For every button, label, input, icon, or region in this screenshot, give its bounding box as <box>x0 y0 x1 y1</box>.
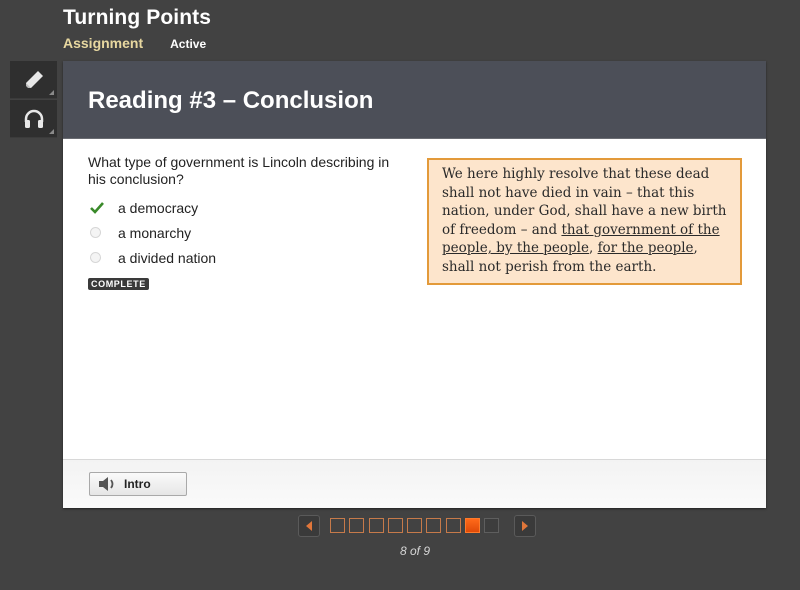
page-counter: 8 of 9 <box>399 544 431 558</box>
sub-header: Assignment Active <box>63 35 206 51</box>
option-a-democracy[interactable]: a democracy <box>88 195 216 220</box>
page-indicator-2[interactable] <box>349 518 365 533</box>
answer-options: a democracy a monarchy a divided nation <box>88 195 216 270</box>
audio-tool-button[interactable] <box>10 100 57 138</box>
panel-footer: Intro <box>63 459 766 508</box>
panel-header: Reading #3 – Conclusion <box>63 61 766 139</box>
quote-box: We here highly resolve that these dead s… <box>427 158 742 285</box>
page-indicator-7[interactable] <box>445 518 461 533</box>
intro-label: Intro <box>124 477 151 491</box>
next-page-button[interactable] <box>513 514 536 537</box>
headphones-icon <box>24 109 43 128</box>
option-label: a divided nation <box>118 249 217 266</box>
page-navigator <box>298 514 536 537</box>
radio-icon[interactable] <box>90 252 101 263</box>
page-title: Reading #3 – Conclusion <box>88 87 374 114</box>
previous-page-button[interactable] <box>298 514 320 537</box>
option-label: a democracy <box>118 199 199 216</box>
checkmark-icon <box>90 201 104 214</box>
page-indicator-6[interactable] <box>426 518 442 533</box>
intro-audio-button[interactable]: Intro <box>89 472 187 496</box>
status-label: Active <box>170 37 207 51</box>
annotate-tool-button[interactable] <box>10 61 57 99</box>
menu-corner-indicator <box>49 90 54 95</box>
lesson-panel: Reading #3 – Conclusion What type of gov… <box>63 61 766 508</box>
arrow-left-icon <box>306 520 312 531</box>
app-title: Turning Points <box>63 6 211 29</box>
arrow-right-icon <box>521 520 528 531</box>
assignment-label: Assignment <box>63 35 144 51</box>
radio-icon[interactable] <box>90 227 101 238</box>
quote-text: , <box>588 240 598 256</box>
page-indicator-9[interactable] <box>484 518 500 533</box>
option-label: a monarchy <box>118 224 192 241</box>
complete-badge: COMPLETE <box>88 278 149 290</box>
option-a-monarchy[interactable]: a monarchy <box>88 220 216 245</box>
option-a-divided-nation[interactable]: a divided nation <box>88 245 216 270</box>
page-indicator-1[interactable] <box>330 518 345 533</box>
page-indicator-8[interactable] <box>465 518 481 533</box>
page-indicator-3[interactable] <box>368 518 384 533</box>
tool-strip <box>10 61 57 138</box>
page-indicator-5[interactable] <box>407 518 423 533</box>
speaker-icon <box>99 477 114 491</box>
question-text: What type of government is Lincoln descr… <box>88 154 390 187</box>
page-indicators <box>330 518 504 533</box>
menu-corner-indicator <box>49 129 54 134</box>
quote-underlined-text: for the people <box>597 240 694 256</box>
page-indicator-4[interactable] <box>387 518 403 533</box>
pencil-icon <box>25 70 43 88</box>
